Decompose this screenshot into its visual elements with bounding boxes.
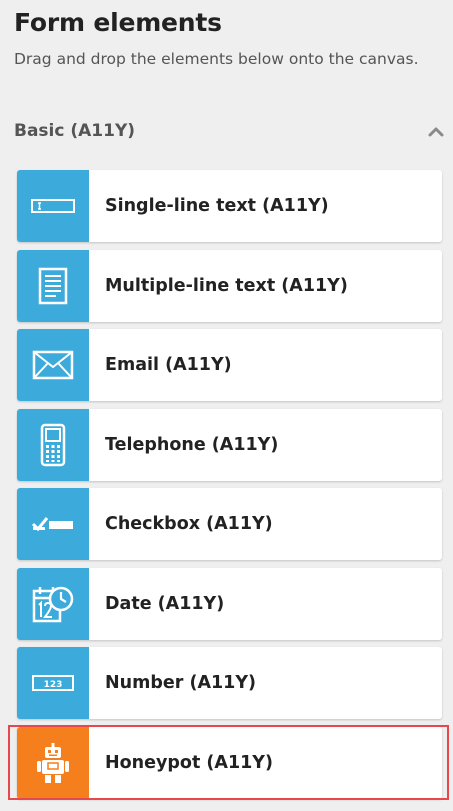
form-element-email[interactable]: Email (A11Y) (17, 329, 442, 401)
email-icon (17, 329, 89, 401)
item-label: Number (A11Y) (105, 673, 257, 693)
chevron-up-icon[interactable] (427, 123, 445, 141)
form-element-multiple-line-text[interactable]: Multiple-line text (A11Y) (17, 250, 442, 322)
telephone-icon (17, 409, 89, 481)
form-element-date[interactable]: Date (A11Y) (17, 568, 442, 640)
form-element-telephone[interactable]: Telephone (A11Y) (17, 409, 442, 481)
multiple-line-text-icon (17, 250, 89, 322)
number-icon: 123 (17, 647, 89, 719)
single-line-text-icon (17, 170, 89, 242)
item-label: Single-line text (A11Y) (105, 196, 329, 216)
form-element-checkbox[interactable]: Checkbox (A11Y) (17, 488, 442, 560)
item-label: Telephone (A11Y) (105, 435, 279, 455)
date-icon (17, 568, 89, 640)
item-label: Multiple-line text (A11Y) (105, 276, 348, 296)
form-element-number[interactable]: 123 Number (A11Y) (17, 647, 442, 719)
panel-description: Drag and drop the elements below onto th… (14, 50, 419, 68)
checkbox-icon (17, 488, 89, 560)
item-label: Honeypot (A11Y) (105, 753, 273, 773)
panel-title: Form elements (14, 8, 222, 37)
form-element-single-line-text[interactable]: Single-line text (A11Y) (17, 170, 442, 242)
honeypot-robot-icon (17, 727, 89, 799)
item-label: Email (A11Y) (105, 355, 232, 375)
section-header-basic[interactable]: Basic (A11Y) (0, 115, 453, 149)
form-element-honeypot[interactable]: Honeypot (A11Y) (17, 727, 442, 799)
item-label: Checkbox (A11Y) (105, 514, 273, 534)
item-label: Date (A11Y) (105, 594, 225, 614)
number-icon-text: 123 (44, 680, 63, 690)
section-title: Basic (A11Y) (14, 121, 136, 141)
